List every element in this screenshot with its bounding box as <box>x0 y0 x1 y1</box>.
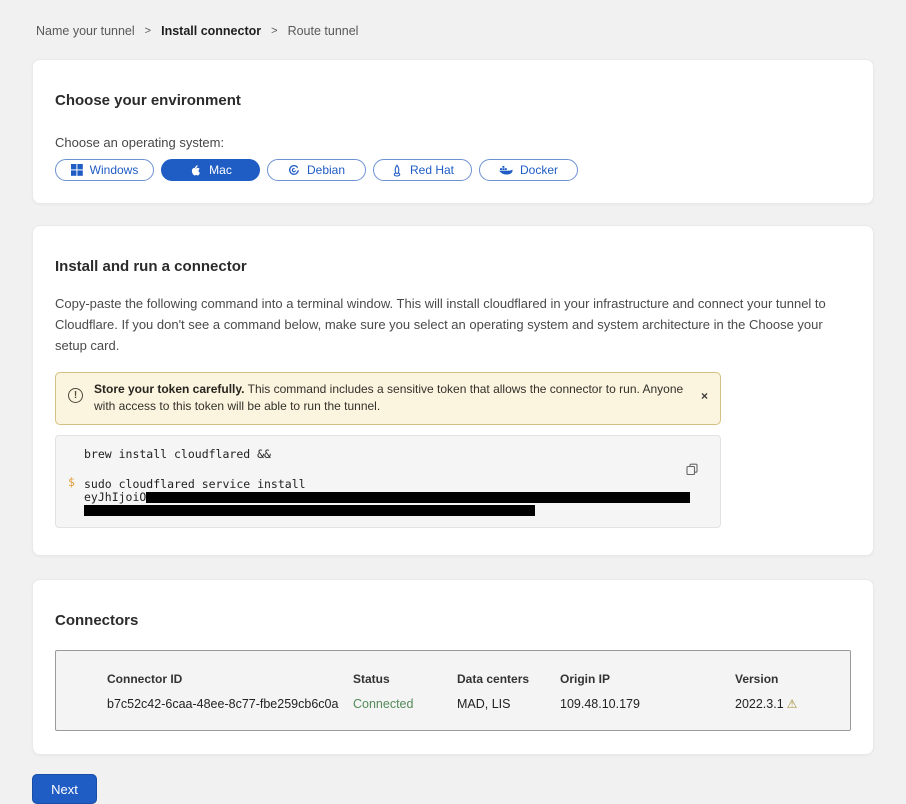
col-data-centers: Data centers <box>457 672 560 686</box>
col-status: Status <box>353 672 457 686</box>
windows-logo-icon <box>71 164 83 176</box>
token-line: eyJhIjoiO <box>84 491 680 504</box>
connector-id-value: b7c52c42-6caa-48ee-8c77-fbe259cb6c0a <box>107 697 353 711</box>
token-warning-title: Store your token carefully. <box>94 382 245 396</box>
os-button-label: Debian <box>307 163 345 177</box>
command-line-2: sudo cloudflared service install <box>84 478 680 491</box>
shell-prompt: $ <box>68 475 75 489</box>
os-button-windows[interactable]: Windows <box>55 159 154 181</box>
install-card-title: Install and run a connector <box>55 248 851 275</box>
token-prefix: eyJhIjoiO <box>84 490 146 504</box>
install-command-codeblock: $ brew install cloudflared && sudo cloud… <box>55 435 721 528</box>
breadcrumb-separator: > <box>271 25 277 37</box>
breadcrumb-step-route-tunnel[interactable]: Route tunnel <box>288 24 359 38</box>
token-line-2 <box>84 504 680 517</box>
install-card: Install and run a connector Copy-paste t… <box>32 225 874 556</box>
data-centers-value: MAD, LIS <box>457 697 560 711</box>
apple-logo-icon <box>189 164 202 177</box>
alert-circle-icon: ! <box>68 388 83 403</box>
breadcrumb-step-install-connector[interactable]: Install connector <box>161 24 261 38</box>
next-button[interactable]: Next <box>32 774 97 804</box>
environment-card-title: Choose your environment <box>55 82 851 109</box>
breadcrumb-separator: > <box>145 25 151 37</box>
os-button-redhat[interactable]: Red Hat <box>373 159 472 181</box>
os-button-docker[interactable]: Docker <box>479 159 578 181</box>
docker-logo-icon <box>499 165 513 176</box>
version-warning-icon: ⚠ <box>787 697 798 711</box>
col-version: Version <box>735 672 850 686</box>
os-button-label: Mac <box>209 163 232 177</box>
version-value: 2022.3.1⚠ <box>735 697 850 711</box>
os-button-label: Windows <box>90 163 139 177</box>
close-icon[interactable]: × <box>701 390 708 402</box>
connectors-card: Connectors Connector ID Status Data cent… <box>32 579 874 755</box>
breadcrumb: Name your tunnel > Install connector > R… <box>32 0 874 38</box>
debian-logo-icon <box>288 164 300 176</box>
token-warning-text: Store your token carefully. This command… <box>94 381 693 415</box>
origin-ip-value: 109.48.10.179 <box>560 697 735 711</box>
os-select-label: Choose an operating system: <box>55 135 851 150</box>
breadcrumb-step-name-your-tunnel[interactable]: Name your tunnel <box>36 24 135 38</box>
redhat-logo-icon <box>391 164 403 177</box>
environment-card: Choose your environment Choose an operat… <box>32 59 874 204</box>
col-origin-ip: Origin IP <box>560 672 735 686</box>
copy-icon[interactable] <box>686 463 698 479</box>
status-badge: Connected <box>353 697 457 711</box>
os-button-mac[interactable]: Mac <box>161 159 260 181</box>
connectors-card-title: Connectors <box>55 602 851 629</box>
os-button-label: Docker <box>520 163 558 177</box>
os-button-debian[interactable]: Debian <box>267 159 366 181</box>
connectors-table: Connector ID Status Data centers Origin … <box>55 650 851 731</box>
token-redaction-bar <box>146 492 690 503</box>
col-connector-id: Connector ID <box>107 672 353 686</box>
install-description: Copy-paste the following command into a … <box>55 293 850 356</box>
token-warning-banner: ! Store your token carefully. This comma… <box>55 372 721 425</box>
token-redaction-bar <box>84 505 535 516</box>
command-line-1: brew install cloudflared && <box>84 448 680 461</box>
os-button-label: Red Hat <box>410 163 454 177</box>
page: Name your tunnel > Install connector > R… <box>0 0 906 804</box>
connectors-table-header: Connector ID Status Data centers Origin … <box>107 672 850 686</box>
os-button-group: Windows Mac Debian Red Hat <box>55 159 851 181</box>
table-row: b7c52c42-6caa-48ee-8c77-fbe259cb6c0a Con… <box>107 697 850 711</box>
